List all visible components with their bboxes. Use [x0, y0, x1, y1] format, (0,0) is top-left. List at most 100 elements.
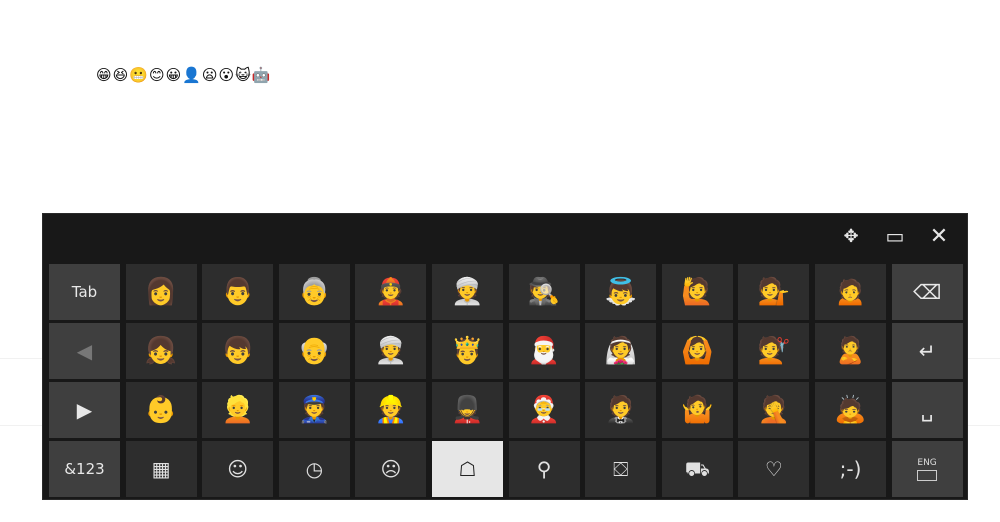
emoji-older-man[interactable]: 👴: [278, 323, 350, 379]
category-faces[interactable]: ☹: [355, 441, 427, 497]
language-label: ENG: [917, 457, 937, 468]
document-text: 😁😆😬😊😀👤😦😮😺🤖: [96, 66, 272, 84]
symbols-key-label: &123: [64, 460, 105, 478]
emoji-facepalm-label: 🤦: [757, 395, 791, 425]
keyboard-icon: [917, 469, 938, 481]
emoji-turban-man[interactable]: 👳: [355, 323, 427, 379]
emoji-shrug-label: 🤷: [681, 395, 714, 425]
emoji-woman[interactable]: 👩: [125, 264, 197, 320]
emoji-boy[interactable]: 👦: [202, 323, 274, 379]
emoji-bride-label: 👰: [604, 336, 637, 366]
emoji-bowing[interactable]: 🙇: [815, 382, 886, 438]
category-food[interactable]: ⛋: [585, 441, 657, 497]
emoji-shrug[interactable]: 🤷: [661, 382, 733, 438]
emoji-blond-label: 👱: [221, 395, 254, 425]
category-people[interactable]: ☖: [432, 441, 503, 497]
emoji-bride[interactable]: 👰: [585, 323, 657, 379]
category-food-label: ⛋: [613, 457, 629, 481]
symbols-key[interactable]: &123: [49, 441, 120, 497]
emoji-raising-hand-label: 🙋: [681, 277, 714, 307]
category-nature[interactable]: ⚲: [508, 441, 580, 497]
emoji-detective[interactable]: 🕵: [508, 264, 580, 320]
emoji-raising-hand[interactable]: 🙋: [661, 264, 733, 320]
emoji-ok-gesture[interactable]: 🙆: [661, 323, 733, 379]
category-emoticons-label: ;-): [839, 457, 862, 481]
category-smileys[interactable]: ☺: [202, 441, 274, 497]
emoji-man[interactable]: 👨: [202, 264, 274, 320]
tab-key[interactable]: Tab: [49, 264, 120, 320]
emoji-pouting-label: 🙎: [834, 336, 867, 366]
category-nature-label: ⚲: [536, 457, 552, 481]
emoji-frowning[interactable]: 🙍: [815, 264, 886, 320]
dock-icon[interactable]: ✥: [837, 222, 865, 250]
next-page-key-label: ▶: [76, 398, 93, 422]
emoji-ok-gesture-label: 🙆: [681, 336, 714, 366]
emoji-angel[interactable]: 👼: [585, 264, 657, 320]
emoji-person-turban[interactable]: 👳: [432, 264, 503, 320]
category-faces-label: ☹: [380, 457, 402, 481]
emoji-detective-label: 🕵: [527, 277, 561, 307]
emoji-guard-label: 💂: [451, 395, 484, 425]
emoji-construction[interactable]: 👷: [355, 382, 427, 438]
emoji-man-label: 👨: [221, 277, 254, 307]
emoji-bowing-label: 🙇: [834, 395, 867, 425]
emoji-tipping-hand[interactable]: 💁: [738, 264, 810, 320]
enter-key[interactable]: ↵: [891, 323, 963, 379]
emoji-baby-label: 👶: [144, 395, 178, 425]
emoji-man-with-cap-label: 👲: [374, 277, 408, 307]
category-symbols-label: ♡: [764, 457, 783, 481]
emoji-santa[interactable]: 🎅: [508, 323, 580, 379]
emoji-girl-label: 👧: [144, 336, 178, 366]
emoji-angel-label: 👼: [604, 277, 637, 307]
emoji-construction-label: 👷: [374, 395, 408, 425]
emoji-baby[interactable]: 👶: [125, 382, 197, 438]
tab-key-label: Tab: [71, 283, 98, 301]
emoji-older-woman[interactable]: 👵: [278, 264, 350, 320]
category-recent[interactable]: ▦: [125, 441, 197, 497]
keyboard-titlebar: ✥ ▭ ✕: [43, 214, 967, 260]
emoji-guard[interactable]: 💂: [432, 382, 503, 438]
category-time-label: ◷: [305, 457, 324, 481]
emoji-frowning-label: 🙍: [834, 277, 867, 307]
space-key[interactable]: ␣: [891, 382, 963, 438]
language-key[interactable]: ENG: [891, 441, 963, 497]
next-page-key[interactable]: ▶: [49, 382, 120, 438]
emoji-person-turban-label: 👳: [451, 277, 484, 307]
emoji-woman-label: 👩: [144, 277, 178, 307]
emoji-haircut[interactable]: 💇: [738, 323, 810, 379]
emoji-police[interactable]: 👮: [278, 382, 350, 438]
layout-icon[interactable]: ▭: [881, 222, 909, 250]
emoji-tuxedo[interactable]: 🤵: [585, 382, 657, 438]
enter-key-label: ↵: [918, 339, 936, 363]
emoji-pouting[interactable]: 🙎: [815, 323, 886, 379]
emoji-boy-label: 👦: [221, 336, 254, 366]
category-people-label: ☖: [458, 457, 477, 481]
category-emoticons[interactable]: ;-): [815, 441, 886, 497]
backspace-key-label: ⌫: [912, 280, 942, 304]
close-icon[interactable]: ✕: [925, 222, 953, 250]
emoji-girl[interactable]: 👧: [125, 323, 197, 379]
category-recent-label: ▦: [151, 457, 171, 481]
emoji-mrs-claus-label: 🤶: [527, 395, 561, 425]
emoji-facepalm[interactable]: 🤦: [738, 382, 810, 438]
category-travel[interactable]: ⛟: [661, 441, 733, 497]
backspace-key[interactable]: ⌫: [891, 264, 963, 320]
emoji-older-woman-label: 👵: [298, 277, 331, 307]
prev-page-key-label: ◀: [76, 339, 93, 363]
emoji-prince[interactable]: 🤴: [432, 323, 503, 379]
emoji-blond[interactable]: 👱: [202, 382, 274, 438]
emoji-mrs-claus[interactable]: 🤶: [508, 382, 580, 438]
emoji-man-with-cap[interactable]: 👲: [355, 264, 427, 320]
emoji-santa-label: 🎅: [527, 336, 561, 366]
emoji-tuxedo-label: 🤵: [604, 395, 637, 425]
prev-page-key[interactable]: ◀: [49, 323, 120, 379]
emoji-older-man-label: 👴: [298, 336, 331, 366]
emoji-haircut-label: 💇: [757, 336, 791, 366]
category-time[interactable]: ◷: [278, 441, 350, 497]
touch-keyboard: ✥ ▭ ✕ Tab 👩 👨 👵 👲 👳 🕵 👼 🙋 💁 🙍 ⌫ ◀ 👧 👦 👴 👳 🤴 🎅 👰 🙆 💇 🙎 ↵ ▶ 👶 👱 👮 👷 💂 🤶 🤵…: [42, 213, 968, 500]
category-smileys-label: ☺: [227, 457, 249, 481]
emoji-turban-man-label: 👳: [374, 336, 408, 366]
emoji-prince-label: 🤴: [451, 336, 484, 366]
category-symbols[interactable]: ♡: [738, 441, 810, 497]
emoji-police-label: 👮: [298, 395, 331, 425]
